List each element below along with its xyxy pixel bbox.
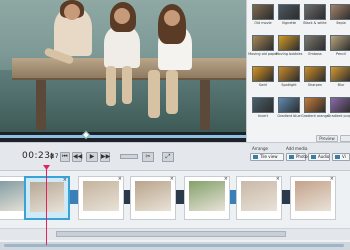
child-head (114, 8, 130, 24)
video-preview[interactable] (0, 0, 246, 132)
clip-thumbnail (135, 181, 171, 211)
clip-thumbnail (83, 181, 119, 211)
timeline-clip[interactable]: × (78, 176, 124, 220)
add-audio-button[interactable]: Audio (308, 153, 330, 161)
scrub-bar[interactable] (0, 130, 246, 142)
clip-thumbnail (189, 181, 225, 211)
video-icon (335, 155, 340, 159)
add-video-button[interactable]: Vi (332, 153, 350, 161)
spin-down-icon[interactable]: ▼ (50, 156, 56, 160)
remove-clip-icon[interactable]: × (63, 177, 67, 183)
child-legs (106, 66, 116, 106)
effect-thumbnail[interactable] (278, 4, 300, 20)
tile-view-label: Tile view (260, 154, 278, 159)
effect-thumbnail[interactable] (278, 35, 300, 51)
effect-thumbnail[interactable] (304, 35, 326, 51)
effect-label: Pencil (336, 52, 346, 56)
clip-thumbnail (241, 181, 277, 211)
dock-post (200, 80, 210, 130)
effect-thumbnail[interactable] (252, 35, 274, 51)
remove-clip-icon[interactable]: × (224, 176, 228, 182)
effect-thumbnail[interactable] (252, 4, 274, 20)
preview-button[interactable]: Preview (316, 135, 338, 142)
photos-icon (289, 155, 294, 159)
add-audio-label: Audio (318, 154, 330, 159)
split-clip-icon[interactable]: ✂ (142, 152, 154, 162)
arrange-label: Arrange (252, 146, 268, 151)
clip-thumbnail (295, 181, 331, 211)
audio-icon (311, 155, 316, 159)
remove-clip-icon[interactable]: × (118, 176, 122, 182)
effect-thumbnail[interactable] (330, 4, 350, 20)
timeline-clip[interactable]: × (24, 176, 70, 220)
effect-thumbnail[interactable] (304, 4, 326, 20)
effect-label: Blur (337, 83, 345, 87)
effect-label: Sepia (336, 21, 346, 25)
dock-post (36, 80, 46, 130)
effect-thumbnail[interactable] (278, 66, 300, 82)
remove-clip-icon[interactable]: × (330, 176, 334, 182)
audio-clip[interactable] (56, 231, 286, 237)
add-photos-button[interactable]: Photos (286, 153, 310, 161)
child-legs (166, 70, 178, 114)
scrub-bar-fill (0, 135, 246, 138)
volume-slider[interactable] (120, 154, 138, 159)
effect-thumbnail[interactable] (330, 35, 350, 51)
effect-thumbnail[interactable] (330, 97, 350, 113)
timeline-scroll-thumb[interactable] (4, 244, 344, 247)
timeline-clip[interactable]: × (130, 176, 176, 220)
effect-thumbnail[interactable] (252, 66, 274, 82)
clip-thumbnail (30, 182, 64, 212)
playhead[interactable] (46, 167, 47, 245)
timeline-clip[interactable]: × (184, 176, 230, 220)
child-legs (122, 66, 132, 104)
effect-thumbnail[interactable] (278, 97, 300, 113)
time-main: 00:23 (22, 151, 51, 161)
effect-thumbnail[interactable] (252, 97, 274, 113)
child-legs (148, 70, 160, 118)
play-icon[interactable]: ▶ (86, 152, 98, 162)
timeline-clip[interactable]: × (290, 176, 336, 220)
child-figure (104, 26, 140, 68)
effect-thumbnail[interactable] (304, 66, 326, 82)
tile-view-icon (253, 155, 258, 159)
add-media-label: Add media (286, 146, 308, 151)
child-head (164, 10, 180, 26)
fullscreen-icon[interactable]: ⤢ (162, 152, 174, 162)
skip-back-icon[interactable]: ⏮ (60, 152, 70, 162)
tile-view-button[interactable]: Tile view (250, 153, 284, 161)
remove-clip-icon[interactable]: × (276, 176, 280, 182)
remove-clip-icon[interactable]: × (170, 176, 174, 182)
add-video-label: Vi (342, 154, 346, 159)
forward-icon[interactable]: ▶▶ (100, 152, 110, 162)
time-spinner[interactable]: ▲ ▼ (50, 152, 56, 161)
rewind-icon[interactable]: ◀◀ (72, 152, 82, 162)
effect-thumbnail[interactable] (330, 66, 350, 82)
child-head (64, 4, 80, 20)
cancel-button[interactable] (340, 135, 350, 142)
effect-thumbnail[interactable] (304, 97, 326, 113)
timeline-clip[interactable]: × (236, 176, 282, 220)
effect-label: Gradient purple (327, 114, 350, 118)
